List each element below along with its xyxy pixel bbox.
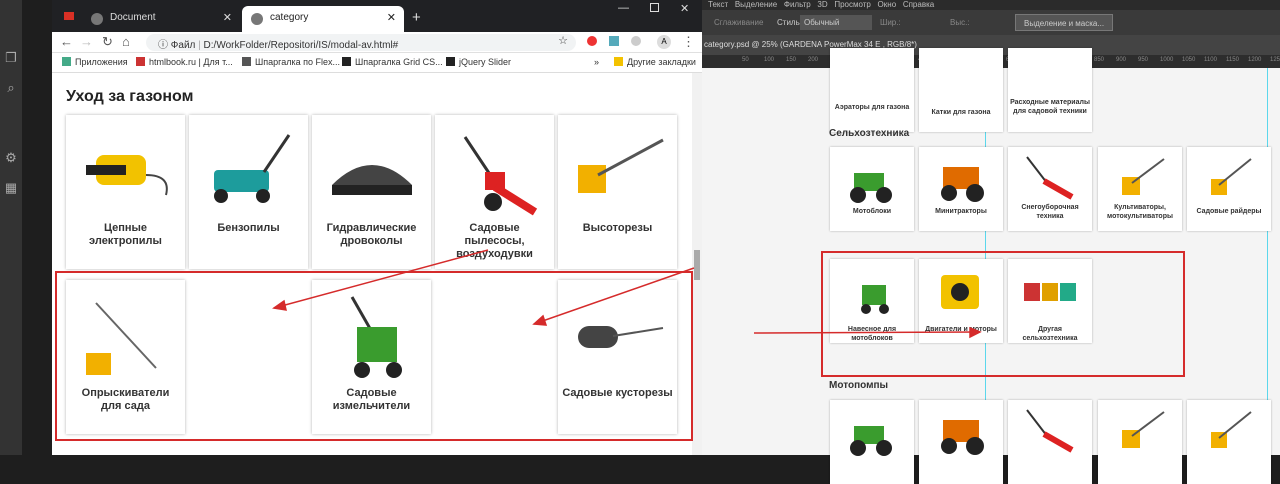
- annotation-arrow: [273, 249, 489, 309]
- annotation-overlay: [55, 249, 1185, 441]
- annotation-arrow: [753, 331, 981, 334]
- highlight-box: [821, 251, 1185, 377]
- annotation-arrow: [533, 267, 695, 325]
- arrow-head: [969, 326, 982, 339]
- highlight-box: [55, 271, 693, 441]
- arrow-head: [272, 299, 287, 311]
- arrow-head: [532, 314, 548, 326]
